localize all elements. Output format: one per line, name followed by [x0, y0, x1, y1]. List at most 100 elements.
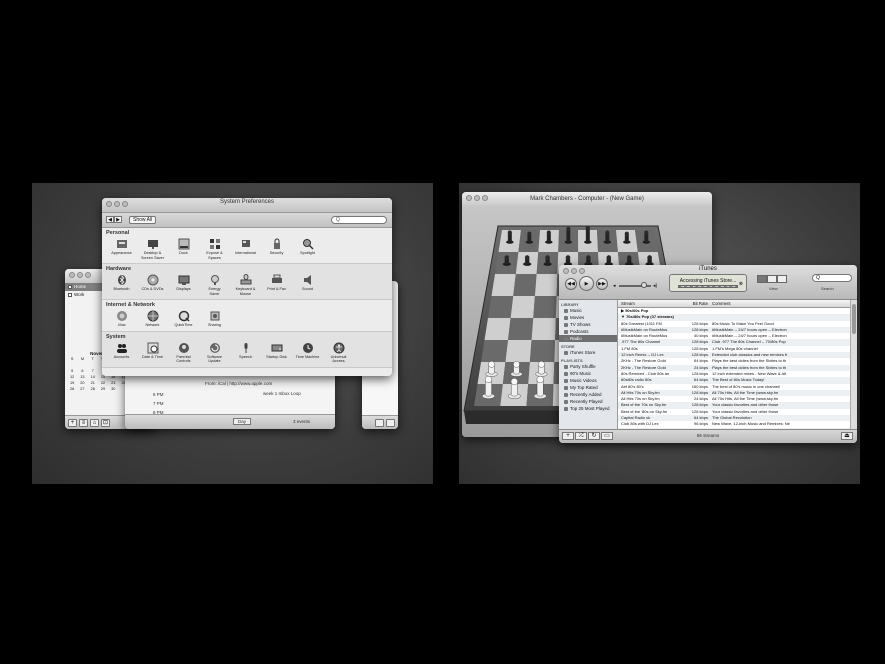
board-square[interactable] [508, 318, 534, 340]
search-input[interactable]: Q [812, 274, 852, 282]
pref-pane-speaker[interactable]: Sound [292, 274, 323, 296]
chess-titlebar[interactable]: Mark Chambers - Computer - (New Game) [462, 192, 712, 207]
board-square[interactable] [513, 274, 537, 296]
pref-pane-sharing[interactable]: Sharing [199, 310, 230, 328]
pref-pane-network[interactable]: Network [137, 310, 168, 328]
playlist-recently-added[interactable]: Recently Added [559, 391, 617, 398]
board-square[interactable] [510, 296, 535, 318]
play-button[interactable]: ▶ [579, 276, 594, 291]
list-button[interactable]: ≡ [79, 418, 88, 427]
search-input[interactable]: Q [331, 216, 387, 224]
day-cell[interactable]: 28 [88, 386, 98, 392]
view-grouped-button[interactable] [767, 275, 777, 283]
playlist-recently-played[interactable]: Recently Played [559, 398, 617, 405]
playlist-my-top-rated[interactable]: My Top Rated [559, 384, 617, 391]
close-icon[interactable] [466, 195, 472, 201]
pref-pane-printer[interactable]: Print & Fax [261, 274, 292, 296]
zoom-icon[interactable] [85, 272, 91, 278]
pref-pane-accounts[interactable]: Accounts [106, 342, 137, 364]
pref-pane-disc[interactable]: CDs & DVDs [137, 274, 168, 296]
day-cell[interactable]: 26 [67, 386, 77, 392]
playlist-90-s-music[interactable]: 90's Music [559, 370, 617, 377]
pref-pane-quicktime[interactable]: QuickTime [168, 310, 199, 328]
day-cell[interactable]: 30 [108, 386, 118, 392]
board-square[interactable] [534, 274, 558, 296]
library-music[interactable]: Music [559, 307, 617, 314]
pref-pane-keyboard[interactable]: Keyboard & Mouse [230, 274, 261, 296]
volume-knob[interactable] [641, 282, 647, 288]
forward-button[interactable]: ▶ [114, 216, 122, 223]
add-calendar-button[interactable]: + [68, 418, 77, 427]
scroll-thumb[interactable] [852, 304, 856, 334]
pref-pane-update[interactable]: Software Update [199, 342, 230, 364]
section-internet-network: Internet & Network .Mac Network QuickTime Sh… [102, 300, 392, 332]
scrollbar[interactable] [850, 300, 857, 430]
minimize-icon[interactable] [77, 272, 83, 278]
board-square[interactable] [531, 318, 556, 340]
previous-button[interactable]: ◀◀ [565, 278, 577, 290]
pref-pane-spotlight[interactable]: Spotlight [292, 238, 323, 260]
library-podcasts[interactable]: Podcasts [559, 328, 617, 335]
next-button[interactable]: ▶▶ [596, 278, 608, 290]
day-cell[interactable]: 29 [98, 386, 108, 392]
view-coverflow-button[interactable] [777, 275, 787, 283]
library-tv-shows[interactable]: TV Shows [559, 321, 617, 328]
zoom-icon[interactable] [482, 195, 488, 201]
board-square[interactable] [481, 340, 509, 362]
board-square[interactable] [491, 274, 516, 296]
pref-pane-bulb[interactable]: Energy Saver [199, 274, 230, 296]
board-square[interactable] [529, 340, 556, 362]
pref-pane-timemachine[interactable]: Time Machine [292, 342, 323, 364]
pref-pane-label: Exposé & Spaces [206, 251, 223, 260]
timemachine-icon [302, 342, 314, 354]
day-button[interactable]: Day [233, 418, 252, 425]
playlist-top-25-most-played[interactable]: Top 25 Most Played [559, 405, 617, 412]
column-stream[interactable]: Stream [618, 300, 688, 307]
show-all-button[interactable]: Show All [129, 216, 157, 224]
eject-button[interactable]: ⏏ [841, 432, 853, 440]
checkbox-icon[interactable] [68, 285, 72, 289]
pref-pane-mac[interactable]: .Mac [106, 310, 137, 328]
pref-pane-label: Appearance [111, 251, 132, 255]
accounts-icon [116, 342, 128, 354]
pref-pane-appearance[interactable]: Appearance [106, 238, 137, 260]
pane-row: Bluetooth CDs & DVDs Displays Energy Saver K… [106, 274, 388, 296]
settings-button[interactable] [386, 418, 395, 427]
library-movies[interactable]: Movies [559, 314, 617, 321]
pref-pane-microphone[interactable]: Speech [230, 342, 261, 364]
column-bitrate[interactable]: Bit Rate [688, 300, 708, 307]
board-square[interactable] [488, 296, 514, 318]
playlist-music-videos[interactable]: Music Videos [559, 377, 617, 384]
back-button[interactable]: ◀ [106, 216, 114, 223]
close-icon[interactable] [69, 272, 75, 278]
pref-pane-flag[interactable]: International [230, 238, 261, 260]
pref-pane-clock[interactable]: Date & Time [137, 342, 168, 364]
home-button[interactable]: ⌂ [90, 418, 99, 427]
pref-pane-parental[interactable]: Parental Controls [168, 342, 199, 364]
day-cell[interactable]: 27 [77, 386, 87, 392]
pref-pane-bluetooth[interactable]: Bluetooth [106, 274, 137, 296]
playlist-icon [564, 399, 568, 404]
pref-pane-dock[interactable]: Dock [168, 238, 199, 260]
info-button[interactable]: ⊡ [101, 418, 110, 427]
pref-pane-access[interactable]: Universal Access [323, 342, 354, 364]
pref-pane-desktop[interactable]: Desktop & Screen Saver [137, 238, 168, 260]
pref-pane-expose[interactable]: Exposé & Spaces [199, 238, 230, 260]
board-square[interactable] [505, 340, 532, 362]
detail-bottom-bar [362, 415, 398, 429]
edit-button[interactable] [375, 418, 384, 427]
microphone-icon [240, 342, 252, 354]
pref-pane-lock[interactable]: Security [261, 238, 292, 260]
pref-pane-display[interactable]: Displays [168, 274, 199, 296]
column-comment[interactable]: Comment [708, 300, 848, 307]
board-square[interactable] [533, 296, 557, 318]
checkbox-icon[interactable] [68, 293, 72, 297]
view-list-button[interactable] [757, 275, 767, 283]
pref-pane-disk[interactable]: Startup Disk [261, 342, 292, 364]
cancel-icon[interactable]: ⊗ [739, 281, 743, 287]
store-itunes-store[interactable]: iTunes Store [559, 349, 617, 356]
minimize-icon[interactable] [474, 195, 480, 201]
board-square[interactable] [484, 318, 511, 340]
library-radio[interactable]: Radio [559, 335, 617, 342]
playlist-party-shuffle[interactable]: Party Shuffle [559, 363, 617, 370]
